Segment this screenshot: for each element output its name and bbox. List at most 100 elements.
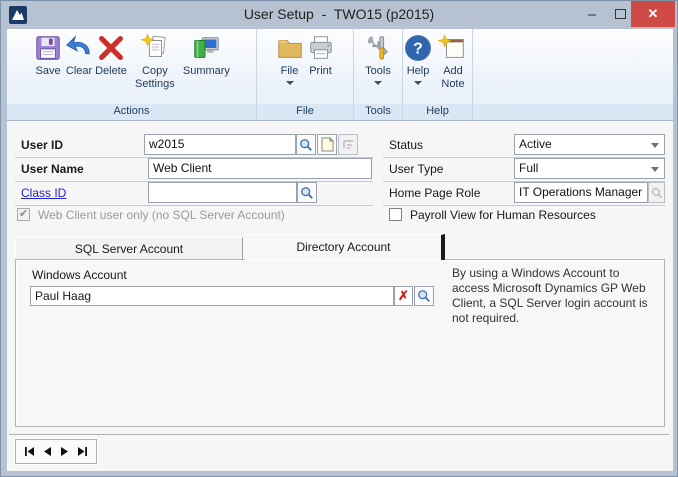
next-record-icon — [60, 446, 69, 457]
windows-account-label: Windows Account — [32, 268, 127, 282]
chevron-down-icon — [651, 143, 659, 148]
tab-sql-server-account[interactable]: SQL Server Account — [15, 237, 243, 260]
clear-icon — [64, 33, 94, 63]
user-type-value: Full — [519, 161, 538, 175]
file-menu-label: File — [281, 65, 299, 78]
note-icon — [321, 137, 334, 152]
help-icon: ? — [403, 33, 433, 63]
print-label: Print — [309, 65, 332, 78]
last-record-icon — [76, 446, 88, 457]
windows-account-field[interactable]: Paul Haag — [30, 286, 394, 306]
help-menu-button[interactable]: ? Help — [403, 33, 433, 85]
title-bar[interactable]: User Setup - TWO15 (p2015) – ✕ — [1, 1, 677, 29]
form-area: User ID w2015 User Name Web Client Class… — [7, 121, 673, 471]
class-id-lookup-button[interactable] — [297, 182, 317, 203]
file-dropdown-icon — [286, 81, 294, 85]
save-icon — [33, 33, 63, 63]
directory-account-panel: Windows Account Paul Haag ✗ By using a W… — [15, 259, 665, 427]
class-id-link[interactable]: Class ID — [21, 186, 66, 200]
user-id-lookup-button[interactable] — [296, 134, 316, 155]
status-select[interactable]: Active — [514, 134, 665, 155]
file-menu-button[interactable]: File — [275, 33, 305, 85]
divider — [9, 434, 669, 435]
last-record-button[interactable] — [76, 446, 88, 458]
ribbon-group-file: File Print File — [257, 29, 354, 120]
ribbon-group-tools-label: Tools — [354, 103, 402, 120]
tools-icon — [363, 33, 393, 63]
save-button[interactable]: Save — [33, 33, 63, 78]
add-note-label: Add Note — [434, 65, 472, 91]
ribbon-group-tools: Tools Tools — [354, 29, 403, 120]
close-button[interactable]: ✕ — [631, 1, 675, 27]
lookup-icon — [299, 138, 313, 152]
clear-windows-account-button[interactable]: ✗ — [394, 286, 413, 306]
svg-text:?: ? — [413, 41, 423, 58]
help-menu-label: Help — [407, 65, 430, 78]
home-page-role-lookup-button — [648, 182, 665, 203]
tools-menu-button[interactable]: Tools — [363, 33, 393, 85]
hierarchy-icon — [342, 138, 355, 151]
home-page-role-field[interactable]: IT Operations Manager — [514, 182, 648, 203]
delete-label: Delete — [95, 65, 127, 78]
user-name-label: User Name — [21, 162, 84, 176]
clear-label: Clear — [66, 65, 92, 78]
add-note-icon — [438, 33, 468, 63]
delete-button[interactable]: Delete — [95, 33, 127, 78]
check-icon: ✔ — [19, 208, 28, 220]
status-label: Status — [389, 138, 423, 152]
first-record-button[interactable] — [24, 446, 36, 458]
divider — [383, 205, 665, 206]
print-icon — [306, 33, 336, 63]
ribbon: Save Clear Delete — [7, 29, 673, 121]
user-id-note-button[interactable] — [317, 134, 337, 155]
divider — [15, 205, 373, 206]
payroll-view-label: Payroll View for Human Resources — [410, 208, 596, 222]
previous-record-icon — [43, 446, 52, 457]
user-id-expansion-button — [338, 134, 358, 155]
user-type-label: User Type — [389, 162, 443, 176]
home-page-role-label: Home Page Role — [389, 186, 480, 200]
print-button[interactable]: Print — [306, 33, 336, 78]
clear-button[interactable]: Clear — [64, 33, 94, 78]
minimize-button[interactable]: – — [579, 1, 605, 27]
maximize-button[interactable] — [607, 1, 633, 27]
previous-record-button[interactable] — [41, 446, 53, 458]
tab-directory-account[interactable]: Directory Account — [245, 234, 445, 260]
user-setup-window: User Setup - TWO15 (p2015) – ✕ — [0, 0, 678, 477]
payroll-view-checkbox[interactable] — [389, 208, 402, 221]
help-dropdown-icon — [414, 81, 422, 85]
web-client-only-label: Web Client user only (no SQL Server Acco… — [38, 208, 285, 222]
summary-label: Summary — [183, 65, 230, 78]
user-name-field[interactable]: Web Client — [148, 158, 372, 179]
ribbon-group-actions-label: Actions — [7, 103, 256, 120]
ribbon-group-file-label: File — [257, 103, 353, 120]
copy-settings-icon — [140, 33, 170, 63]
window-title: User Setup - TWO15 (p2015) — [1, 6, 677, 22]
user-id-field[interactable]: w2015 — [144, 134, 296, 155]
user-id-label: User ID — [21, 138, 63, 152]
status-value: Active — [519, 137, 552, 151]
add-note-button[interactable]: Add Note — [434, 33, 472, 91]
user-type-select[interactable]: Full — [514, 158, 665, 179]
summary-button[interactable]: Summary — [183, 33, 230, 78]
ribbon-group-help-label: Help — [403, 103, 472, 120]
web-client-only-checkbox: ✔ — [17, 208, 30, 221]
record-navigation — [15, 439, 97, 464]
windows-account-lookup-button[interactable] — [414, 286, 434, 306]
ribbon-group-actions: Save Clear Delete — [7, 29, 257, 120]
tools-dropdown-icon — [374, 81, 382, 85]
close-icon: ✕ — [648, 6, 659, 22]
lookup-disabled-icon — [651, 187, 663, 199]
copy-settings-button[interactable]: Copy Settings — [128, 33, 182, 91]
class-id-field[interactable] — [148, 182, 297, 203]
next-record-button[interactable] — [59, 446, 71, 458]
maximize-icon — [615, 9, 626, 19]
minimize-icon: – — [588, 6, 596, 23]
windows-account-help-text: By using a Windows Account to access Mic… — [452, 266, 652, 326]
lookup-icon — [300, 186, 314, 200]
summary-icon — [191, 33, 221, 63]
copy-settings-label: Copy Settings — [128, 65, 182, 91]
tools-menu-label: Tools — [365, 65, 391, 78]
lookup-icon — [417, 289, 431, 303]
chevron-down-icon — [651, 167, 659, 172]
